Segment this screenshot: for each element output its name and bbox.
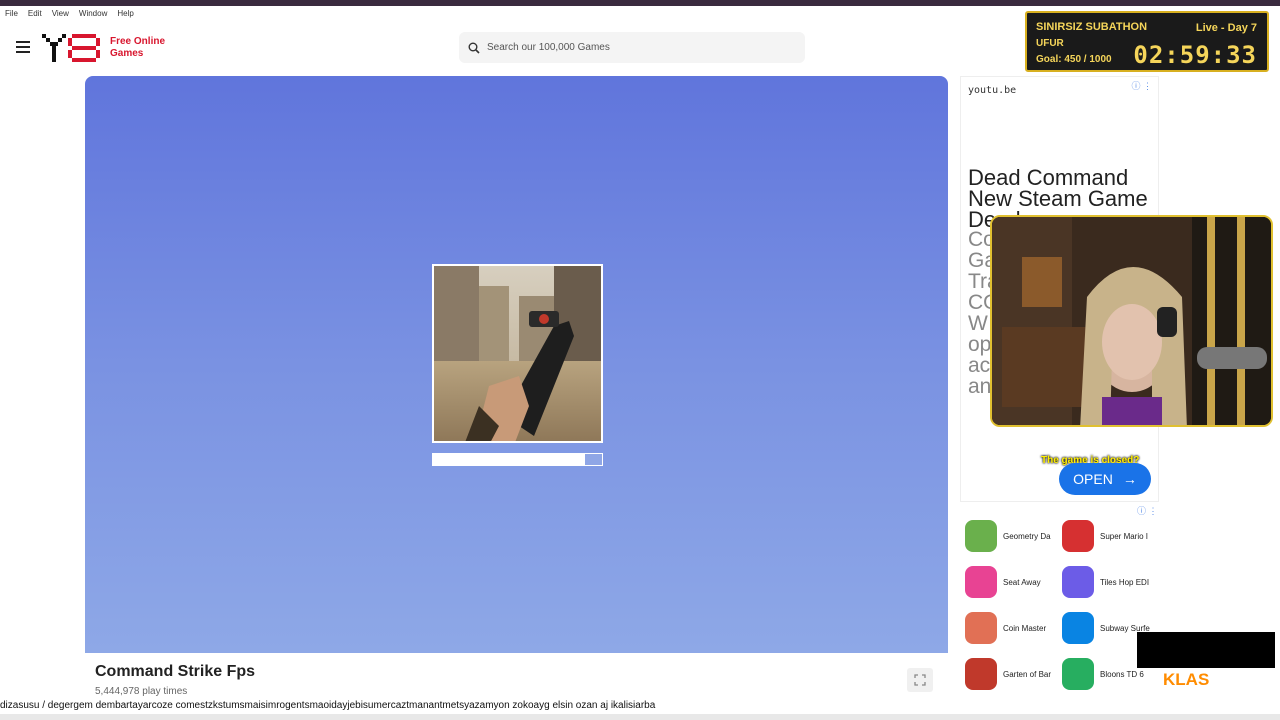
ad-info-icon-2[interactable]: ⓘ ⋮: [1137, 504, 1158, 517]
app-icon: [1062, 612, 1094, 644]
hamburger-menu-icon[interactable]: [16, 41, 30, 53]
app-name: Seat Away: [1003, 577, 1041, 587]
app-item[interactable]: Coin Master: [965, 610, 1062, 646]
app-icon: [965, 520, 997, 552]
overlay-graphic: [1137, 632, 1275, 668]
app-name: Garten of Bar: [1003, 669, 1052, 679]
y8-logo[interactable]: [42, 34, 100, 62]
fullscreen-icon: [914, 674, 926, 686]
app-icon: [1062, 566, 1094, 598]
app-name: Super Mario I: [1100, 531, 1149, 541]
app-name: Bloons TD 6: [1100, 669, 1144, 679]
webcam-image: [992, 217, 1271, 425]
app-name: Coin Master: [1003, 623, 1047, 633]
logo-tagline: Free Online Games: [110, 36, 166, 59]
menu-file[interactable]: File: [5, 9, 18, 18]
ad-info-icon[interactable]: ⓘ ⋮: [1131, 79, 1152, 92]
klas-badge: KLAS: [1163, 670, 1210, 689]
app-icon: [965, 612, 997, 644]
app-item[interactable]: Geometry Da: [965, 518, 1062, 554]
search-bar[interactable]: [459, 32, 805, 63]
menu-help[interactable]: Help: [117, 9, 133, 18]
bottom-strip: [0, 714, 1280, 720]
menu-window[interactable]: Window: [79, 9, 107, 18]
game-frame[interactable]: [85, 76, 948, 653]
subathon-widget: SINIRSIZ SUBATHON Live - Day 7 UFUR Goal…: [1025, 11, 1269, 72]
loading-progress-fill: [585, 454, 602, 465]
ad-open-button[interactable]: OPEN →: [1059, 463, 1151, 495]
app-icon: [965, 566, 997, 598]
app-item[interactable]: Garten of Bar: [965, 656, 1062, 692]
subathon-goal: Goal: 450 / 1000: [1036, 54, 1112, 65]
fps-scene-image: [434, 266, 601, 441]
search-input[interactable]: [487, 42, 787, 53]
loading-progress-bar: [432, 453, 603, 466]
fullscreen-button[interactable]: [907, 668, 933, 692]
arrow-right-icon: →: [1122, 471, 1137, 487]
app-icon: [965, 658, 997, 690]
app-name: Geometry Da: [1003, 531, 1051, 541]
subathon-timer: 02:59:33: [1133, 41, 1257, 69]
subathon-title: SINIRSIZ SUBATHON: [1036, 21, 1148, 33]
menu-edit[interactable]: Edit: [28, 9, 42, 18]
app-item[interactable]: Super Mario I: [1062, 518, 1159, 554]
live-day-label: Live - Day 7: [1195, 22, 1257, 34]
app-item[interactable]: Seat Away: [965, 564, 1062, 600]
play-count: 5,444,978 play times: [95, 686, 188, 697]
game-thumbnail: [432, 264, 603, 443]
app-name: Tiles Hop EDI: [1100, 577, 1150, 587]
webcam-overlay: [990, 215, 1273, 427]
search-icon: [468, 42, 480, 54]
ad-domain: youtu.be: [968, 85, 1017, 96]
game-title: Command Strike Fps: [95, 663, 256, 680]
app-icon: [1062, 520, 1094, 552]
app-icon: [1062, 658, 1094, 690]
chat-ticker: dizasusu / degergem dembartayarcoze come…: [0, 700, 656, 711]
app-item[interactable]: Tiles Hop EDI: [1062, 564, 1159, 600]
menu-view[interactable]: View: [52, 9, 69, 18]
streamer-name: UFUR: [1036, 38, 1064, 49]
